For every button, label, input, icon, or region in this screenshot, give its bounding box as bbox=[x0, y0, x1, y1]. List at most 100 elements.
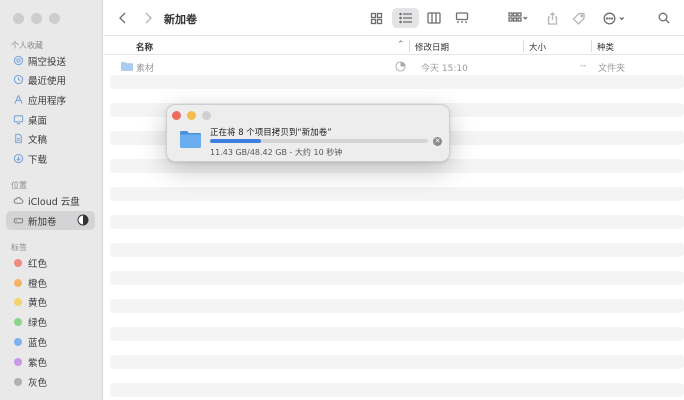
green-tag-dot-icon bbox=[14, 317, 22, 326]
column-kind-header[interactable]: 种类 bbox=[597, 41, 614, 53]
column-divider[interactable] bbox=[591, 40, 592, 52]
row-stripe bbox=[110, 215, 684, 229]
airdrop-icon bbox=[12, 55, 24, 67]
sidebar-item-label: 绿色 bbox=[28, 317, 48, 329]
sidebar-item-label: 灰色 bbox=[28, 377, 48, 389]
sidebar-tag-orange[interactable]: 橙色 bbox=[6, 273, 95, 292]
file-kind: 文件夹 bbox=[598, 64, 626, 74]
gray-tag-dot-icon bbox=[14, 377, 22, 386]
close-window-button[interactable] bbox=[13, 13, 24, 24]
x-icon: ✕ bbox=[434, 137, 441, 145]
yellow-tag-dot-icon bbox=[14, 297, 22, 306]
copy-progress-pie-icon bbox=[395, 61, 406, 72]
column-name-header[interactable]: 名称 bbox=[136, 41, 153, 53]
forward-button[interactable] bbox=[140, 8, 156, 28]
row-stripe bbox=[110, 383, 684, 397]
sidebar-item-label: 文稿 bbox=[28, 134, 48, 146]
cloud-icon bbox=[12, 195, 24, 207]
back-button[interactable] bbox=[114, 8, 130, 28]
share-button[interactable] bbox=[544, 8, 560, 28]
sidebar-item-documents[interactable]: 文稿 bbox=[6, 129, 95, 148]
sidebar-tag-purple[interactable]: 紫色 bbox=[6, 352, 95, 371]
dialog-close-button[interactable] bbox=[172, 111, 181, 120]
dialog-window-controls bbox=[172, 111, 211, 120]
sort-chevron-icon: ⌃ bbox=[397, 40, 405, 50]
column-size-header[interactable]: 大小 bbox=[529, 41, 546, 53]
blue-tag-dot-icon bbox=[14, 337, 22, 346]
sidebar-item-label: 蓝色 bbox=[28, 337, 48, 349]
tag-icon bbox=[572, 12, 585, 25]
chevron-right-icon bbox=[145, 12, 152, 24]
toolbar: 新加卷 bbox=[104, 0, 684, 36]
search-button[interactable] bbox=[656, 8, 672, 28]
sidebar-tag-blue[interactable]: 蓝色 bbox=[6, 332, 95, 351]
sidebar-item-label: 最近使用 bbox=[28, 75, 67, 87]
grid-icon bbox=[370, 12, 382, 24]
sidebar-item-label: 下载 bbox=[28, 154, 48, 166]
copy-progress-dialog: 正在将 8 个项目拷贝到“新加卷” 11.43 GB/48.42 GB - 大约… bbox=[166, 104, 450, 162]
more-actions-button[interactable] bbox=[600, 8, 630, 28]
sidebar-item-label: 隔空投送 bbox=[28, 56, 67, 68]
icon-view-button[interactable] bbox=[366, 8, 386, 28]
locations-section-title: 位置 bbox=[11, 181, 27, 190]
applications-icon bbox=[12, 94, 24, 106]
row-stripe bbox=[110, 75, 684, 89]
clock-icon bbox=[12, 74, 24, 86]
table-row[interactable]: 素材 今天 15:10 -- 文件夹 bbox=[110, 58, 684, 75]
column-date-header[interactable]: 修改日期 bbox=[415, 41, 449, 53]
sidebar-item-recents[interactable]: 最近使用 bbox=[6, 70, 95, 89]
ellipsis-circle-icon bbox=[603, 12, 625, 24]
search-icon bbox=[658, 12, 670, 24]
sidebar-item-icloud[interactable]: iCloud 云盘 bbox=[6, 191, 95, 210]
favorites-section-title: 个人收藏 bbox=[11, 41, 43, 50]
sidebar-item-applications[interactable]: 应用程序 bbox=[6, 90, 95, 109]
columns-icon bbox=[427, 12, 441, 24]
gallery-view-button[interactable] bbox=[452, 8, 472, 28]
sidebar-tag-green[interactable]: 绿色 bbox=[6, 312, 95, 331]
purple-tag-dot-icon bbox=[14, 357, 22, 366]
file-date: 今天 15:10 bbox=[421, 64, 468, 74]
red-tag-dot-icon bbox=[14, 258, 22, 267]
sidebar-tag-yellow[interactable]: 黄色 bbox=[6, 292, 95, 311]
row-stripe bbox=[110, 187, 684, 201]
file-size: -- bbox=[580, 61, 587, 71]
sidebar-item-label: 橙色 bbox=[28, 278, 48, 290]
minimize-window-button[interactable] bbox=[31, 13, 42, 24]
gallery-icon bbox=[455, 12, 469, 23]
row-stripe bbox=[110, 299, 684, 313]
folder-icon bbox=[121, 62, 133, 71]
document-icon bbox=[12, 133, 24, 145]
copy-status-text: 11.43 GB/48.42 GB - 大约 10 秒钟 bbox=[210, 148, 343, 157]
drive-icon bbox=[12, 215, 24, 227]
eject-progress-pie-icon[interactable] bbox=[77, 214, 89, 226]
sidebar-tag-red[interactable]: 红色 bbox=[6, 253, 95, 272]
list-icon bbox=[398, 12, 412, 24]
tag-button[interactable] bbox=[570, 8, 588, 28]
sidebar: 个人收藏 隔空投送 最近使用 应用程序 桌面 文稿 下载 位置 iCloud 云… bbox=[0, 0, 103, 400]
sidebar-tag-gray[interactable]: 灰色 bbox=[6, 372, 95, 391]
desktop-icon bbox=[12, 114, 24, 126]
file-name: 素材 bbox=[136, 64, 155, 74]
dialog-minimize-button[interactable] bbox=[187, 111, 196, 120]
sidebar-item-airdrop[interactable]: 隔空投送 bbox=[6, 51, 95, 70]
window-title: 新加卷 bbox=[164, 13, 197, 26]
sidebar-item-label: 桌面 bbox=[28, 115, 48, 127]
row-stripe bbox=[110, 271, 684, 285]
column-divider[interactable] bbox=[409, 40, 410, 52]
zoom-window-button[interactable] bbox=[49, 13, 60, 24]
cancel-copy-button[interactable]: ✕ bbox=[433, 137, 442, 146]
list-view-button[interactable] bbox=[392, 8, 419, 28]
sidebar-item-desktop[interactable]: 桌面 bbox=[6, 110, 95, 129]
sidebar-item-volume[interactable]: 新加卷 bbox=[6, 211, 95, 230]
orange-tag-dot-icon bbox=[14, 278, 22, 287]
column-divider[interactable] bbox=[523, 40, 524, 52]
window-controls bbox=[13, 13, 60, 24]
group-by-button[interactable] bbox=[504, 8, 532, 28]
sidebar-item-label: 黄色 bbox=[28, 297, 48, 309]
sidebar-item-downloads[interactable]: 下载 bbox=[6, 149, 95, 168]
sidebar-item-label: 新加卷 bbox=[28, 216, 57, 228]
tags-section-title: 标签 bbox=[11, 243, 27, 252]
dialog-zoom-button bbox=[202, 111, 211, 120]
sidebar-item-label: 红色 bbox=[28, 258, 48, 270]
column-view-button[interactable] bbox=[424, 8, 444, 28]
